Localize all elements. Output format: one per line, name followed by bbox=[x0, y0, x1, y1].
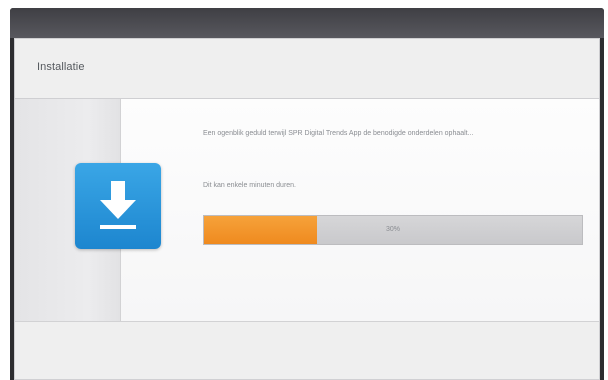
download-icon bbox=[75, 163, 161, 249]
dialog-title: Installatie bbox=[37, 61, 85, 73]
dialog-header: Installatie bbox=[15, 39, 599, 99]
window-topbar bbox=[10, 8, 604, 38]
dialog-content-panel: Een ogenblik geduld terwijl SPR Digital … bbox=[121, 99, 599, 321]
app-window: Installatie Een ogenblik geduld terwijl … bbox=[10, 8, 604, 380]
dialog-body: Een ogenblik geduld terwijl SPR Digital … bbox=[15, 99, 599, 321]
install-message: Een ogenblik geduld terwijl SPR Digital … bbox=[203, 130, 474, 137]
installation-dialog: Installatie Een ogenblik geduld terwijl … bbox=[14, 38, 600, 380]
screenshot-frame: Installatie Een ogenblik geduld terwijl … bbox=[0, 0, 608, 380]
progress-bar: 30% bbox=[203, 215, 583, 245]
dialog-footer bbox=[15, 321, 599, 379]
progress-label: 30% bbox=[385, 226, 400, 233]
install-duration-note: Dit kan enkele minuten duren. bbox=[203, 182, 296, 189]
